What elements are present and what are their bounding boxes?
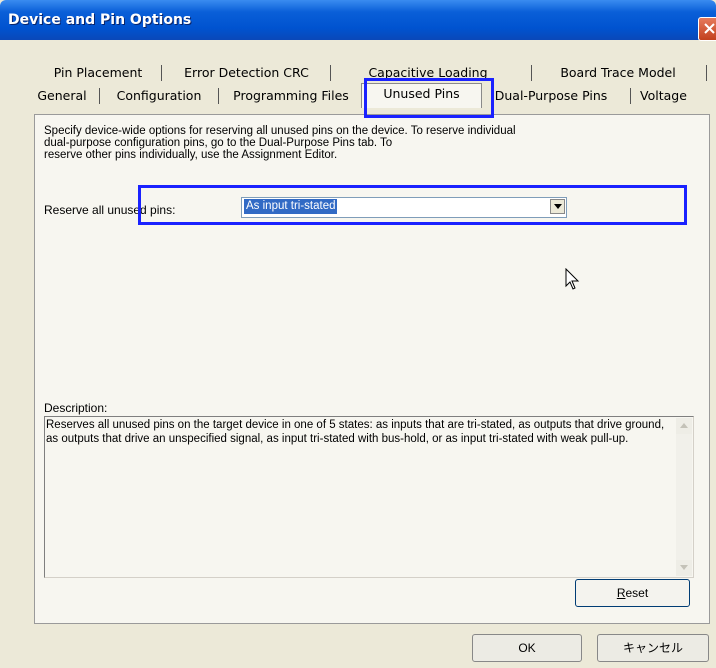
mouse-cursor-icon [565,268,580,290]
tab-separator [531,65,532,81]
description-label: Description: [44,401,108,415]
tab-separator [161,65,162,81]
title-bar[interactable]: Device and Pin Options [0,0,716,41]
close-icon [704,23,715,34]
tab-programming-files[interactable]: Programming Files [227,86,355,106]
reset-label: eset [625,586,649,600]
scroll-down-button[interactable] [676,560,692,576]
tab-board-trace-model[interactable]: Board Trace Model [542,63,694,83]
tab-voltage[interactable]: Voltage [640,86,710,106]
tab-error-detection-crc[interactable]: Error Detection CRC [175,63,318,83]
tab-row-1: Pin Placement Error Detection CRC Capaci… [0,63,716,83]
tab-separator [99,88,100,104]
arrow-up-icon [680,423,688,428]
tab-separator [330,65,331,81]
ok-button[interactable]: OK [472,634,582,662]
scroll-up-button[interactable] [676,418,692,434]
tab-separator [630,88,631,104]
tab-separator [706,65,707,81]
highlight-unused-pins-tab [364,78,494,118]
tab-pin-placement[interactable]: Pin Placement [46,63,150,83]
tab-separator [218,88,219,104]
panel-intro: Specify device-wide options for reservin… [44,125,694,161]
reset-button[interactable]: Reset [575,579,690,607]
tab-configuration[interactable]: Configuration [109,86,209,106]
tab-row-2: General Configuration Programming Files … [0,83,716,108]
description-box: Reserves all unused pins on the target d… [44,416,694,578]
intro-line: dual-purpose configuration pins, go to t… [44,137,393,149]
tab-general[interactable]: General [33,86,91,106]
close-button[interactable] [698,17,716,41]
description-text: Reserves all unused pins on the target d… [46,419,665,445]
window-title: Device and Pin Options [8,12,192,28]
tab-dual-purpose-pins[interactable]: Dual-Purpose Pins [482,86,620,106]
intro-line: Specify device-wide options for reservin… [44,125,516,137]
device-and-pin-options-dialog: Device and Pin Options Pin Placement Err… [0,0,716,668]
description-scrollbar[interactable] [676,418,692,576]
arrow-down-icon [680,565,688,570]
highlight-reserve-select [138,185,687,225]
cancel-button[interactable]: キャンセル [597,634,709,662]
intro-line: reserve other pins individually, use the… [44,149,338,161]
